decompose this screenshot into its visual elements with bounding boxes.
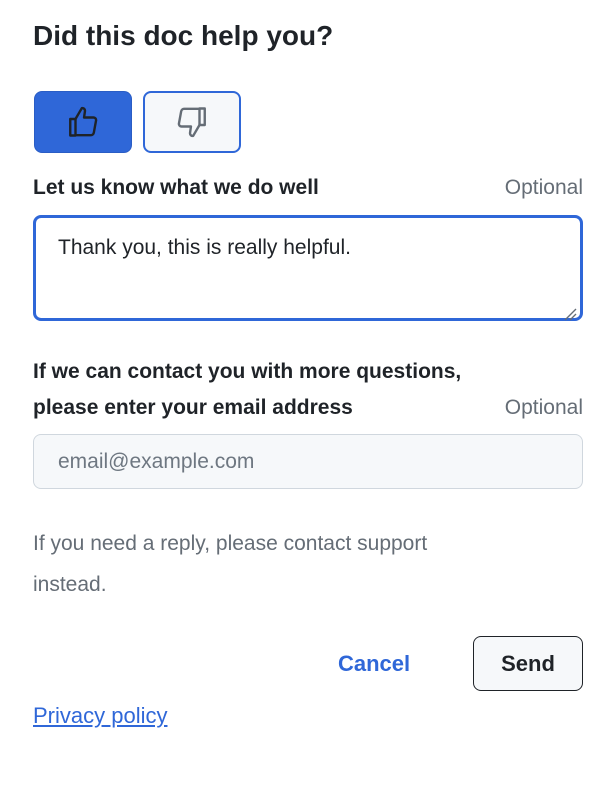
contact-optional-label: Optional <box>504 396 583 419</box>
thumbs-up-icon <box>65 104 101 140</box>
contact-label-line2: please enter your email address <box>33 396 353 419</box>
feedback-optional-label: Optional <box>504 176 583 199</box>
thumbs-down-icon <box>174 104 210 140</box>
feedback-textarea[interactable]: Thank you, this is really helpful. <box>33 215 583 321</box>
support-hint-line2: instead. <box>33 573 107 596</box>
feedback-text: Thank you, this is really helpful. <box>58 236 351 259</box>
privacy-policy-link[interactable]: Privacy policy <box>33 700 167 732</box>
feedback-label-row: Let us know what we do well Optional <box>33 170 583 206</box>
cancel-button[interactable]: Cancel <box>338 648 410 680</box>
contact-label-row: If we can contact you with more question… <box>33 354 583 426</box>
thumbs-down-button[interactable] <box>143 91 241 153</box>
resize-handle-icon[interactable] <box>563 301 577 321</box>
email-field[interactable] <box>33 434 583 489</box>
feedback-label: Let us know what we do well <box>33 176 319 199</box>
page-title: Did this doc help you? <box>33 20 334 51</box>
support-hint: If you need a reply, please contact supp… <box>33 523 553 605</box>
support-hint-line1: If you need a reply, please contact supp… <box>33 532 428 555</box>
thumbs-up-button[interactable] <box>34 91 132 153</box>
contact-label-line1: If we can contact you with more question… <box>33 360 462 383</box>
send-button[interactable]: Send <box>473 636 583 691</box>
